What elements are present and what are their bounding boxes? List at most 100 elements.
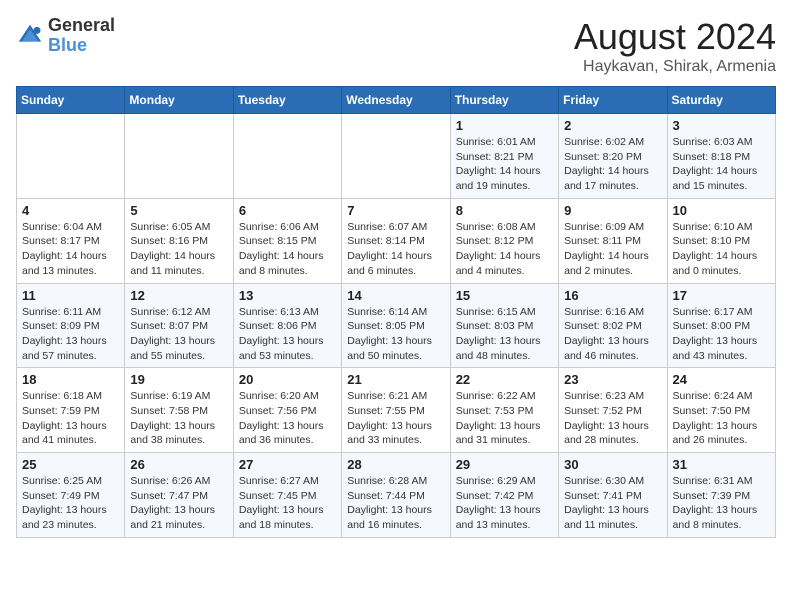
day-info: Sunrise: 6:31 AM Sunset: 7:39 PM Dayligh… xyxy=(673,474,770,533)
day-header-thursday: Thursday xyxy=(450,87,558,114)
day-info: Sunrise: 6:25 AM Sunset: 7:49 PM Dayligh… xyxy=(22,474,119,533)
day-number: 19 xyxy=(130,372,227,387)
day-info: Sunrise: 6:21 AM Sunset: 7:55 PM Dayligh… xyxy=(347,389,444,448)
day-info: Sunrise: 6:11 AM Sunset: 8:09 PM Dayligh… xyxy=(22,305,119,364)
day-number: 14 xyxy=(347,288,444,303)
day-info: Sunrise: 6:02 AM Sunset: 8:20 PM Dayligh… xyxy=(564,135,661,194)
calendar-cell: 9 Sunrise: 6:09 AM Sunset: 8:11 PM Daylig… xyxy=(559,198,667,283)
page-header: General Blue August 2024 Haykavan, Shira… xyxy=(16,16,776,76)
logo-text: General Blue xyxy=(48,16,115,56)
day-number: 21 xyxy=(347,372,444,387)
day-info: Sunrise: 6:03 AM Sunset: 8:18 PM Dayligh… xyxy=(673,135,770,194)
day-info: Sunrise: 6:06 AM Sunset: 8:15 PM Dayligh… xyxy=(239,220,336,279)
day-info: Sunrise: 6:29 AM Sunset: 7:42 PM Dayligh… xyxy=(456,474,553,533)
calendar-cell: 30 Sunrise: 6:30 AM Sunset: 7:41 PM Dayli… xyxy=(559,453,667,538)
calendar-cell: 3 Sunrise: 6:03 AM Sunset: 8:18 PM Daylig… xyxy=(667,114,775,199)
calendar-cell: 25 Sunrise: 6:25 AM Sunset: 7:49 PM Dayli… xyxy=(17,453,125,538)
calendar-cell: 12Sunrise: 6:12 AM Sunset: 8:07 PM Dayli… xyxy=(125,283,233,368)
calendar-cell: 15Sunrise: 6:15 AM Sunset: 8:03 PM Dayli… xyxy=(450,283,558,368)
calendar-cell xyxy=(342,114,450,199)
day-info: Sunrise: 6:01 AM Sunset: 8:21 PM Dayligh… xyxy=(456,135,553,194)
day-number: 20 xyxy=(239,372,336,387)
day-info: Sunrise: 6:16 AM Sunset: 8:02 PM Dayligh… xyxy=(564,305,661,364)
day-number: 11 xyxy=(22,288,119,303)
title-area: August 2024 Haykavan, Shirak, Armenia xyxy=(574,16,776,76)
logo-icon xyxy=(16,22,44,50)
week-row-5: 25 Sunrise: 6:25 AM Sunset: 7:49 PM Dayli… xyxy=(17,453,776,538)
day-number: 24 xyxy=(673,372,770,387)
day-number: 25 xyxy=(22,457,119,472)
day-number: 10 xyxy=(673,203,770,218)
day-header-tuesday: Tuesday xyxy=(233,87,341,114)
day-info: Sunrise: 6:04 AM Sunset: 8:17 PM Dayligh… xyxy=(22,220,119,279)
calendar-cell: 24Sunrise: 6:24 AM Sunset: 7:50 PM Dayli… xyxy=(667,368,775,453)
day-info: Sunrise: 6:22 AM Sunset: 7:53 PM Dayligh… xyxy=(456,389,553,448)
calendar-cell: 27 Sunrise: 6:27 AM Sunset: 7:45 PM Dayli… xyxy=(233,453,341,538)
day-number: 27 xyxy=(239,457,336,472)
day-info: Sunrise: 6:09 AM Sunset: 8:11 PM Dayligh… xyxy=(564,220,661,279)
day-info: Sunrise: 6:23 AM Sunset: 7:52 PM Dayligh… xyxy=(564,389,661,448)
day-number: 6 xyxy=(239,203,336,218)
day-info: Sunrise: 6:19 AM Sunset: 7:58 PM Dayligh… xyxy=(130,389,227,448)
calendar-cell: 20 Sunrise: 6:20 AM Sunset: 7:56 PM Dayli… xyxy=(233,368,341,453)
day-info: Sunrise: 6:10 AM Sunset: 8:10 PM Dayligh… xyxy=(673,220,770,279)
day-number: 2 xyxy=(564,118,661,133)
calendar-body: 1 Sunrise: 6:01 AM Sunset: 8:21 PM Daylig… xyxy=(17,114,776,538)
calendar-cell: 10 Sunrise: 6:10 AM Sunset: 8:10 PM Dayli… xyxy=(667,198,775,283)
day-info: Sunrise: 6:27 AM Sunset: 7:45 PM Dayligh… xyxy=(239,474,336,533)
week-row-1: 1 Sunrise: 6:01 AM Sunset: 8:21 PM Daylig… xyxy=(17,114,776,199)
calendar-cell: 4 Sunrise: 6:04 AM Sunset: 8:17 PM Daylig… xyxy=(17,198,125,283)
calendar-cell: 31Sunrise: 6:31 AM Sunset: 7:39 PM Dayli… xyxy=(667,453,775,538)
day-number: 9 xyxy=(564,203,661,218)
calendar-cell: 8Sunrise: 6:08 AM Sunset: 8:12 PM Daylig… xyxy=(450,198,558,283)
day-header-saturday: Saturday xyxy=(667,87,775,114)
day-header-friday: Friday xyxy=(559,87,667,114)
day-number: 5 xyxy=(130,203,227,218)
main-title: August 2024 xyxy=(574,16,776,58)
calendar-cell: 21 Sunrise: 6:21 AM Sunset: 7:55 PM Dayli… xyxy=(342,368,450,453)
calendar-cell: 22 Sunrise: 6:22 AM Sunset: 7:53 PM Dayli… xyxy=(450,368,558,453)
calendar-cell: 5 Sunrise: 6:05 AM Sunset: 8:16 PM Daylig… xyxy=(125,198,233,283)
week-row-4: 18Sunrise: 6:18 AM Sunset: 7:59 PM Dayli… xyxy=(17,368,776,453)
day-info: Sunrise: 6:30 AM Sunset: 7:41 PM Dayligh… xyxy=(564,474,661,533)
calendar-cell: 17 Sunrise: 6:17 AM Sunset: 8:00 PM Dayli… xyxy=(667,283,775,368)
day-number: 17 xyxy=(673,288,770,303)
calendar-cell: 29Sunrise: 6:29 AM Sunset: 7:42 PM Dayli… xyxy=(450,453,558,538)
calendar-cell: 2 Sunrise: 6:02 AM Sunset: 8:20 PM Daylig… xyxy=(559,114,667,199)
calendar-cell xyxy=(17,114,125,199)
day-number: 4 xyxy=(22,203,119,218)
week-row-3: 11 Sunrise: 6:11 AM Sunset: 8:09 PM Dayli… xyxy=(17,283,776,368)
calendar-cell xyxy=(233,114,341,199)
day-number: 3 xyxy=(673,118,770,133)
day-number: 30 xyxy=(564,457,661,472)
day-number: 28 xyxy=(347,457,444,472)
calendar-cell: 7Sunrise: 6:07 AM Sunset: 8:14 PM Daylig… xyxy=(342,198,450,283)
subtitle: Haykavan, Shirak, Armenia xyxy=(574,58,776,76)
calendar-cell: 16 Sunrise: 6:16 AM Sunset: 8:02 PM Dayli… xyxy=(559,283,667,368)
calendar-cell xyxy=(125,114,233,199)
day-number: 23 xyxy=(564,372,661,387)
day-number: 8 xyxy=(456,203,553,218)
day-number: 16 xyxy=(564,288,661,303)
day-number: 15 xyxy=(456,288,553,303)
day-header-monday: Monday xyxy=(125,87,233,114)
day-info: Sunrise: 6:05 AM Sunset: 8:16 PM Dayligh… xyxy=(130,220,227,279)
calendar-cell: 6 Sunrise: 6:06 AM Sunset: 8:15 PM Daylig… xyxy=(233,198,341,283)
day-number: 1 xyxy=(456,118,553,133)
calendar-header: SundayMondayTuesdayWednesdayThursdayFrid… xyxy=(17,87,776,114)
calendar-cell: 28 Sunrise: 6:28 AM Sunset: 7:44 PM Dayli… xyxy=(342,453,450,538)
day-number: 13 xyxy=(239,288,336,303)
calendar-cell: 26Sunrise: 6:26 AM Sunset: 7:47 PM Dayli… xyxy=(125,453,233,538)
calendar-cell: 14 Sunrise: 6:14 AM Sunset: 8:05 PM Dayli… xyxy=(342,283,450,368)
day-number: 12 xyxy=(130,288,227,303)
day-info: Sunrise: 6:26 AM Sunset: 7:47 PM Dayligh… xyxy=(130,474,227,533)
day-info: Sunrise: 6:13 AM Sunset: 8:06 PM Dayligh… xyxy=(239,305,336,364)
week-row-2: 4 Sunrise: 6:04 AM Sunset: 8:17 PM Daylig… xyxy=(17,198,776,283)
day-info: Sunrise: 6:17 AM Sunset: 8:00 PM Dayligh… xyxy=(673,305,770,364)
day-info: Sunrise: 6:28 AM Sunset: 7:44 PM Dayligh… xyxy=(347,474,444,533)
day-info: Sunrise: 6:14 AM Sunset: 8:05 PM Dayligh… xyxy=(347,305,444,364)
day-number: 22 xyxy=(456,372,553,387)
day-header-wednesday: Wednesday xyxy=(342,87,450,114)
day-info: Sunrise: 6:20 AM Sunset: 7:56 PM Dayligh… xyxy=(239,389,336,448)
calendar-cell: 19 Sunrise: 6:19 AM Sunset: 7:58 PM Dayli… xyxy=(125,368,233,453)
